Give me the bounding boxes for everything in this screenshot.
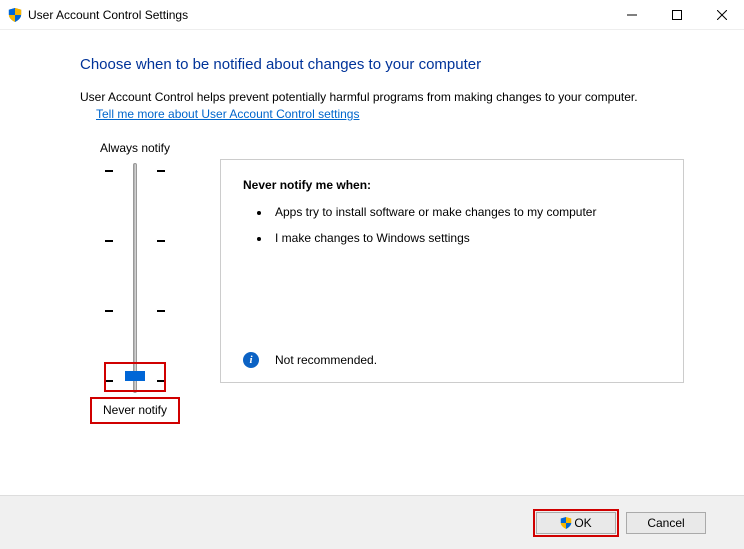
maximize-button[interactable] bbox=[654, 0, 699, 30]
titlebar: User Account Control Settings bbox=[0, 0, 744, 30]
slider-tick-4 bbox=[105, 165, 165, 177]
slider-track[interactable] bbox=[105, 163, 165, 393]
uac-shield-icon bbox=[8, 8, 22, 22]
recommendation-text: Not recommended. bbox=[275, 353, 377, 367]
content-area: Choose when to be notified about changes… bbox=[0, 30, 744, 427]
minimize-button[interactable] bbox=[609, 0, 654, 30]
slider-tick-3 bbox=[105, 235, 165, 247]
maximize-icon bbox=[672, 10, 682, 20]
info-icon: i bbox=[243, 352, 259, 368]
ok-button[interactable]: OK bbox=[536, 512, 616, 534]
cancel-button-label: Cancel bbox=[647, 516, 684, 530]
highlight-bottom-label bbox=[90, 397, 180, 424]
slider-label-top: Always notify bbox=[80, 135, 190, 163]
panel-heading: Never notify me when: bbox=[243, 178, 661, 192]
close-icon bbox=[717, 10, 727, 20]
slider-tick-2 bbox=[105, 305, 165, 317]
recommendation-row: i Not recommended. bbox=[243, 352, 377, 368]
info-panel: Never notify me when: Apps try to instal… bbox=[220, 159, 684, 427]
panel-item-1: Apps try to install software or make cha… bbox=[271, 204, 661, 221]
slider-label-bottom: Never notify bbox=[80, 393, 190, 427]
slider-track-line bbox=[133, 163, 137, 393]
cancel-button[interactable]: Cancel bbox=[626, 512, 706, 534]
panel-list: Apps try to install software or make cha… bbox=[243, 204, 661, 248]
close-button[interactable] bbox=[699, 0, 744, 30]
page-heading: Choose when to be notified about changes… bbox=[80, 56, 684, 73]
window-title: User Account Control Settings bbox=[28, 8, 609, 22]
footer: OK Cancel bbox=[0, 495, 744, 549]
description-panel: Never notify me when: Apps try to instal… bbox=[220, 159, 684, 383]
slider-area: Always notify Never notify Never notify … bbox=[80, 135, 684, 427]
page-description: User Account Control helps prevent poten… bbox=[80, 89, 684, 123]
highlight-thumb bbox=[104, 362, 166, 392]
highlight-ok bbox=[533, 509, 619, 537]
panel-item-2: I make changes to Windows settings bbox=[271, 230, 661, 247]
learn-more-link[interactable]: Tell me more about User Account Control … bbox=[96, 106, 359, 123]
slider-column: Always notify Never notify bbox=[80, 135, 190, 427]
minimize-icon bbox=[627, 10, 637, 20]
description-text: User Account Control helps prevent poten… bbox=[80, 90, 638, 104]
window-controls bbox=[609, 0, 744, 30]
